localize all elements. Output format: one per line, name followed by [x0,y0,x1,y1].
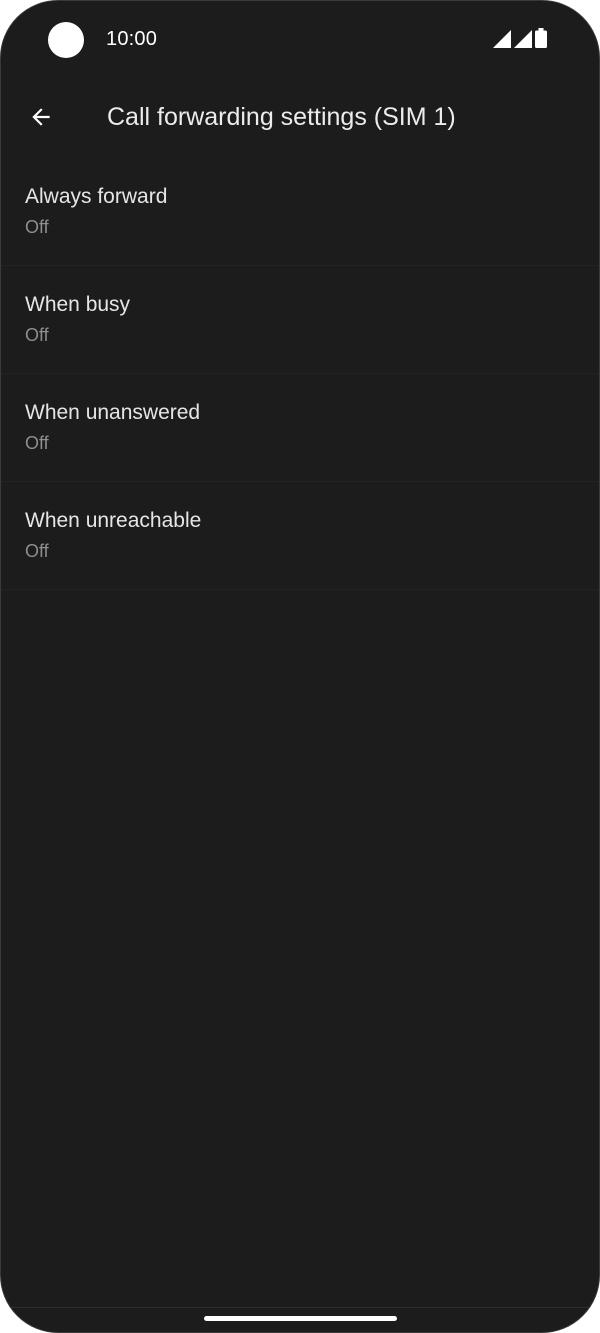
camera-cutout [48,22,84,58]
option-status: Off [25,433,49,453]
status-time: 10:00 [106,28,158,50]
back-button[interactable] [17,95,65,143]
option-status: Off [25,217,49,237]
option-when-busy[interactable]: When busy Off [1,266,599,374]
arrow-left-icon [28,104,54,135]
option-always-forward[interactable]: Always forward Off [1,158,599,266]
option-title: When unreachable [25,509,202,532]
option-when-unanswered[interactable]: When unanswered Off [1,374,599,482]
signal-sim2-icon [514,30,532,48]
page-title: Call forwarding settings (SIM 1) [107,103,456,131]
option-title: When busy [25,293,131,316]
battery-icon [535,28,547,48]
option-status: Off [25,325,49,345]
forwarding-options-list: Always forward Off When busy Off When un… [1,158,599,590]
option-title: When unanswered [25,401,201,424]
option-when-unreachable[interactable]: When unreachable Off [1,482,599,590]
option-title: Always forward [25,185,168,208]
status-icons [493,28,547,48]
phone-frame: 10:00 Call forwarding settings (SIM 1) A… [0,0,600,1333]
option-status: Off [25,541,49,561]
signal-sim1-icon [493,30,511,48]
navigation-bar [1,1307,599,1332]
status-bar: 10:00 [1,1,599,77]
home-indicator[interactable] [204,1316,397,1321]
app-bar: Call forwarding settings (SIM 1) [1,87,599,151]
